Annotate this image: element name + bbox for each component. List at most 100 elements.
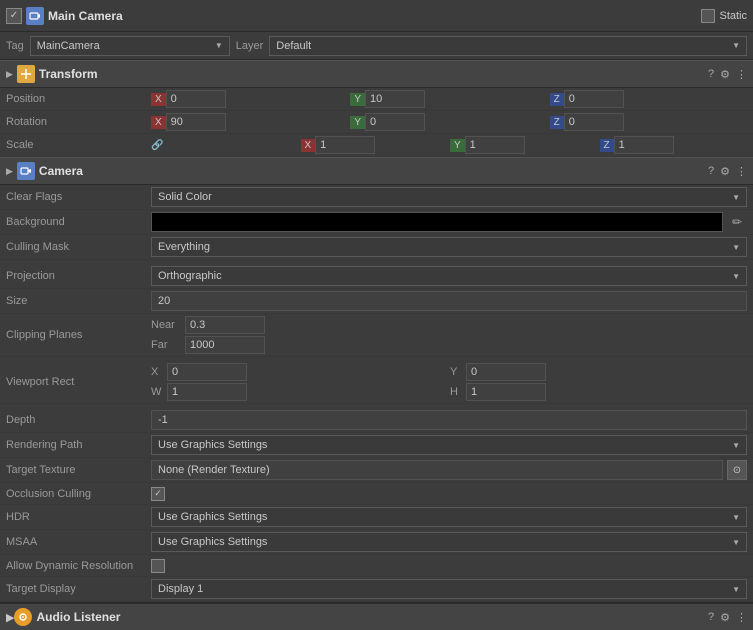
position-x-input[interactable]: 0 bbox=[166, 90, 226, 108]
scale-y-input[interactable] bbox=[465, 136, 525, 154]
position-y-input[interactable]: 10 bbox=[365, 90, 425, 108]
target-display-value: Display 1 ▼ bbox=[151, 579, 747, 599]
scale-label: Scale bbox=[6, 139, 151, 151]
rotation-y-input[interactable] bbox=[365, 113, 425, 131]
culling-mask-dropdown[interactable]: Everything ▼ bbox=[151, 237, 747, 257]
static-checkbox[interactable] bbox=[701, 9, 715, 23]
projection-label: Projection bbox=[6, 270, 151, 282]
hdr-dropdown[interactable]: Use Graphics Settings ▼ bbox=[151, 507, 747, 527]
camera-section-header[interactable]: ▶ Camera ? ⚙ ⋮ bbox=[0, 157, 753, 185]
target-texture-label: Target Texture bbox=[6, 464, 151, 476]
culling-mask-arrow: ▼ bbox=[732, 243, 740, 252]
transform-properties: Position X 0 Y 10 Z 0 Rotation bbox=[0, 88, 753, 157]
msaa-dropdown[interactable]: Use Graphics Settings ▼ bbox=[151, 532, 747, 552]
target-display-dropdown[interactable]: Display 1 ▼ bbox=[151, 579, 747, 599]
target-texture-field: ⊙ bbox=[151, 460, 747, 480]
near-label: Near bbox=[151, 319, 181, 331]
vp-w-input[interactable] bbox=[167, 383, 247, 401]
clipping-planes-value: Near Far bbox=[151, 316, 747, 354]
position-xyz: X 0 Y 10 Z 0 bbox=[151, 90, 747, 108]
vp-h-input[interactable] bbox=[466, 383, 546, 401]
camera-menu-icon[interactable]: ⋮ bbox=[736, 165, 747, 178]
position-y-field: Y 10 bbox=[350, 90, 547, 108]
rendering-path-text: Use Graphics Settings bbox=[158, 439, 267, 451]
near-far-group: Near Far bbox=[151, 316, 747, 354]
allow-dynamic-row: Allow Dynamic Resolution bbox=[0, 555, 753, 577]
camera-settings-icon[interactable]: ⚙ bbox=[720, 165, 730, 178]
far-input[interactable] bbox=[185, 336, 265, 354]
near-input[interactable] bbox=[185, 316, 265, 334]
vp-xy-row: X Y bbox=[151, 363, 747, 381]
audio-listener-section-header[interactable]: ▶ Audio Listener ? ⚙ ⋮ bbox=[0, 602, 753, 630]
scale-x-input[interactable] bbox=[315, 136, 375, 154]
camera-icon bbox=[17, 162, 35, 180]
occlusion-culling-row: Occlusion Culling bbox=[0, 483, 753, 505]
camera-component-icon bbox=[26, 7, 44, 25]
projection-dropdown[interactable]: Orthographic ▼ bbox=[151, 266, 747, 286]
projection-text: Orthographic bbox=[158, 270, 222, 282]
projection-arrow: ▼ bbox=[732, 272, 740, 281]
size-label: Size bbox=[6, 295, 151, 307]
audio-settings-icon[interactable]: ⚙ bbox=[720, 611, 730, 624]
transform-icon bbox=[17, 65, 35, 83]
audio-help-icon[interactable]: ? bbox=[708, 611, 714, 623]
static-label: Static bbox=[719, 10, 747, 22]
clear-flags-row: Clear Flags Solid Color ▼ bbox=[0, 185, 753, 210]
size-input[interactable] bbox=[151, 291, 747, 311]
position-z-field: Z 0 bbox=[550, 90, 747, 108]
transform-section-header[interactable]: ▶ Transform ? ⚙ ⋮ bbox=[0, 60, 753, 88]
rotation-value: X Y Z bbox=[151, 113, 747, 131]
background-color-field: ✏ bbox=[151, 212, 747, 232]
allow-dynamic-checkbox[interactable] bbox=[151, 559, 165, 573]
transform-menu-icon[interactable]: ⋮ bbox=[736, 68, 747, 81]
rotation-x-input[interactable] bbox=[166, 113, 226, 131]
rotation-z-input[interactable] bbox=[564, 113, 624, 131]
clipping-planes-label: Clipping Planes bbox=[6, 329, 151, 341]
vp-y-input[interactable] bbox=[466, 363, 546, 381]
background-color-picker-btn[interactable]: ✏ bbox=[727, 212, 747, 232]
viewport-rect-row: Viewport Rect X Y W bbox=[0, 361, 753, 404]
vp-h-field: H bbox=[450, 383, 747, 401]
transform-help-icon[interactable]: ? bbox=[708, 68, 714, 80]
occlusion-culling-checkbox[interactable] bbox=[151, 487, 165, 501]
viewport-group: X Y W H bbox=[151, 363, 747, 401]
position-z-label: Z bbox=[550, 93, 564, 106]
depth-input[interactable] bbox=[151, 410, 747, 430]
hdr-row: HDR Use Graphics Settings ▼ bbox=[0, 505, 753, 530]
vp-h-label: H bbox=[450, 386, 466, 398]
component-enabled-checkbox[interactable] bbox=[6, 8, 22, 24]
culling-mask-label: Culling Mask bbox=[6, 241, 151, 253]
msaa-label: MSAA bbox=[6, 536, 151, 548]
rendering-path-dropdown[interactable]: Use Graphics Settings ▼ bbox=[151, 435, 747, 455]
scale-z-input[interactable] bbox=[614, 136, 674, 154]
tag-dropdown[interactable]: MainCamera ▼ bbox=[30, 36, 230, 56]
target-texture-input[interactable] bbox=[151, 460, 723, 480]
layer-dropdown-arrow: ▼ bbox=[732, 41, 740, 50]
allow-dynamic-label: Allow Dynamic Resolution bbox=[6, 560, 151, 572]
rotation-x-label: X bbox=[151, 116, 166, 129]
audio-listener-icon bbox=[14, 608, 32, 626]
clear-flags-dropdown[interactable]: Solid Color ▼ bbox=[151, 187, 747, 207]
layer-dropdown[interactable]: Default ▼ bbox=[269, 36, 747, 56]
vp-x-input[interactable] bbox=[167, 363, 247, 381]
scale-z-label: Z bbox=[600, 139, 614, 152]
scale-y-field: Y bbox=[450, 136, 598, 154]
transform-settings-icon[interactable]: ⚙ bbox=[720, 68, 730, 81]
position-z-input[interactable]: 0 bbox=[564, 90, 624, 108]
vp-x-label: X bbox=[151, 366, 167, 378]
background-label: Background bbox=[6, 216, 151, 228]
culling-mask-row: Culling Mask Everything ▼ bbox=[0, 235, 753, 260]
audio-menu-icon[interactable]: ⋮ bbox=[736, 611, 747, 624]
target-texture-value: ⊙ bbox=[151, 460, 747, 480]
background-color-swatch[interactable] bbox=[151, 212, 723, 232]
target-texture-select-btn[interactable]: ⊙ bbox=[727, 460, 747, 480]
rendering-path-value: Use Graphics Settings ▼ bbox=[151, 435, 747, 455]
depth-label: Depth bbox=[6, 414, 151, 426]
rotation-y-field: Y bbox=[350, 113, 547, 131]
camera-help-icon[interactable]: ? bbox=[708, 165, 714, 177]
size-value bbox=[151, 291, 747, 311]
clear-flags-arrow: ▼ bbox=[732, 193, 740, 202]
viewport-rect-value: X Y W H bbox=[151, 363, 747, 401]
layer-label: Layer bbox=[236, 40, 264, 52]
clear-flags-label: Clear Flags bbox=[6, 191, 151, 203]
